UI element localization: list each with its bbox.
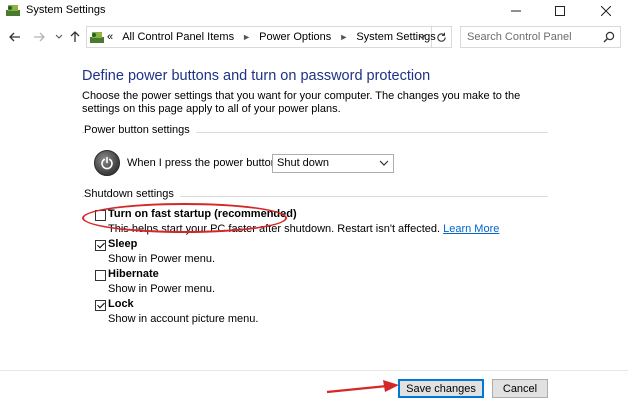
fast-startup-label[interactable]: Turn on fast startup (recommended): [108, 208, 297, 220]
select-value: Shut down: [277, 157, 329, 169]
page-title: Define power buttons and turn on passwor…: [82, 68, 431, 84]
search-box[interactable]: [460, 26, 621, 48]
up-button[interactable]: [66, 27, 84, 47]
minimize-icon: [511, 10, 521, 12]
breadcrumb-all-control-panel-items[interactable]: All Control Panel Items: [122, 31, 234, 43]
forward-arrow-icon: [34, 32, 45, 42]
shutdown-settings-group: Shutdown settings: [82, 188, 548, 202]
address-bar[interactable]: « All Control Panel Items ► Power Option…: [86, 26, 436, 48]
sleep-checkbox[interactable]: [95, 240, 106, 251]
navigation-bar: « All Control Panel Items ► Power Option…: [0, 24, 628, 50]
chevron-right-icon[interactable]: ►: [339, 32, 348, 42]
hibernate-description: Show in Power menu.: [108, 283, 215, 295]
power-button-settings-group: Power button settings: [82, 124, 548, 138]
maximize-button[interactable]: [538, 0, 582, 22]
title-bar: System Settings: [0, 0, 628, 22]
power-symbol-icon: [101, 156, 113, 170]
cancel-button[interactable]: Cancel: [492, 379, 548, 398]
chevron-right-icon[interactable]: ►: [242, 32, 251, 42]
hibernate-checkbox[interactable]: [95, 270, 106, 281]
hibernate-label[interactable]: Hibernate: [108, 268, 159, 280]
sleep-description: Show in Power menu.: [108, 253, 215, 265]
group-label: Power button settings: [84, 124, 196, 136]
save-changes-button[interactable]: Save changes: [398, 379, 484, 398]
chevron-down-icon: [55, 34, 63, 39]
back-button[interactable]: [6, 27, 24, 47]
maximize-icon: [555, 6, 565, 16]
learn-more-link[interactable]: Learn More: [443, 223, 499, 235]
group-label: Shutdown settings: [84, 188, 180, 200]
minimize-button[interactable]: [494, 0, 538, 22]
chevron-down-icon: [379, 160, 389, 166]
window-title: System Settings: [26, 4, 106, 16]
lock-description: Show in account picture menu.: [108, 313, 259, 325]
power-button-icon: [94, 150, 120, 176]
fast-startup-description-text: This helps start your PC faster after sh…: [108, 223, 441, 235]
breadcrumb-overflow[interactable]: «: [107, 31, 113, 43]
fast-startup-checkbox[interactable]: [95, 210, 106, 221]
lock-label[interactable]: Lock: [108, 298, 134, 310]
footer-divider: [0, 370, 628, 371]
up-arrow-icon: [70, 31, 80, 42]
page-description: Choose the power settings that you want …: [82, 90, 521, 115]
breadcrumb: « All Control Panel Items ► Power Option…: [107, 31, 436, 43]
chevron-down-icon: [418, 34, 426, 39]
refresh-icon: [437, 32, 446, 42]
search-input[interactable]: [461, 27, 601, 47]
close-icon: [601, 6, 611, 16]
arrow-annotation-icon: [326, 380, 399, 394]
close-button[interactable]: [584, 0, 628, 22]
forward-button[interactable]: [30, 27, 48, 47]
breadcrumb-power-options[interactable]: Power Options: [259, 31, 331, 43]
fast-startup-description: This helps start your PC faster after sh…: [108, 223, 499, 235]
power-button-action-select[interactable]: Shut down: [272, 154, 394, 173]
address-dropdown-button[interactable]: [415, 29, 429, 45]
back-arrow-icon: [9, 32, 20, 42]
power-button-label: When I press the power button:: [127, 157, 280, 169]
control-panel-icon: [6, 5, 20, 16]
control-panel-icon: [90, 32, 104, 43]
search-icon[interactable]: [603, 31, 615, 43]
refresh-button[interactable]: [432, 26, 452, 48]
sleep-label[interactable]: Sleep: [108, 238, 137, 250]
lock-checkbox[interactable]: [95, 300, 106, 311]
